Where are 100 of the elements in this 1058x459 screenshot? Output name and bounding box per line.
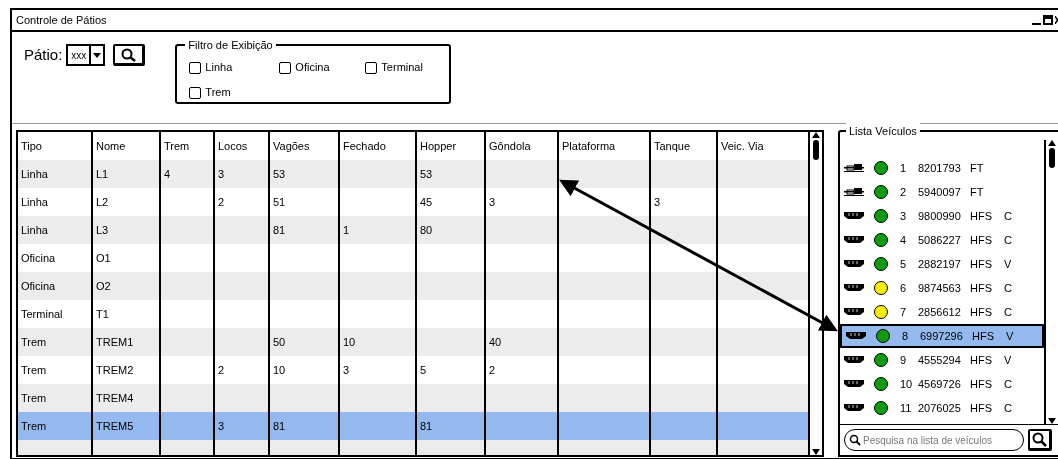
table-cell: TREM1 (96, 335, 134, 348)
table-cell: 10 (343, 335, 356, 348)
vehicle-code: 2076025 (918, 400, 962, 416)
wagon-icon (844, 212, 864, 220)
vehicle-load: V (1004, 256, 1012, 272)
table-cell: L2 (96, 195, 109, 208)
wagon-icon (844, 308, 864, 316)
vehicle-type: HFS (970, 376, 993, 392)
table-cell: 3 (489, 195, 496, 208)
vehicle-code: 2882197 (918, 256, 962, 272)
vehicle-code: 5086227 (918, 232, 962, 248)
checkbox[interactable] (189, 86, 202, 99)
vehicle-code: 4569726 (918, 376, 962, 392)
vehicle-type: HFS (970, 400, 993, 416)
vehicle-row[interactable]: 5 2882197 HFS V (840, 252, 1044, 276)
search-icon (1031, 431, 1048, 448)
locomotive-icon (844, 187, 864, 197)
table-cell: Linha (21, 167, 48, 180)
vehicle-type: HFS (970, 232, 993, 248)
table-cell: 40 (489, 335, 502, 348)
table-cell: TREM5 (96, 419, 134, 432)
vehicle-load: C (1004, 280, 1012, 296)
vehicle-load: C (1004, 376, 1012, 392)
vehicle-code: 8201793 (918, 160, 962, 176)
table-cell: Trem (21, 391, 47, 404)
vehicle-row[interactable]: 6 9874563 HFS C (840, 276, 1044, 300)
column-header: Tipo (18, 132, 92, 160)
vehicle-load: C (1004, 232, 1012, 248)
table-cell: 53 (273, 167, 286, 180)
vehicle-type: HFS (970, 280, 993, 296)
vehicle-code: 5940097 (918, 184, 962, 200)
scrollbar[interactable] (808, 132, 822, 455)
scroll-down-icon[interactable] (812, 449, 820, 455)
table-cell: 2 (218, 195, 225, 208)
vehicle-row[interactable]: 2 5940097 FT (840, 180, 1044, 204)
vehicle-row[interactable]: 11 2076025 HFS C (840, 396, 1044, 420)
wagon-icon (844, 260, 864, 268)
vehicle-type: FT (970, 184, 985, 200)
scroll-up-icon[interactable] (812, 132, 820, 138)
table-cell: TREM2 (96, 363, 134, 376)
vehicle-code: 9800990 (918, 208, 962, 224)
table-cell: Trem (21, 419, 47, 432)
search-button[interactable] (1028, 429, 1052, 451)
table-cell: 3 (654, 195, 661, 208)
table-cell: 45 (420, 195, 433, 208)
scrollbar[interactable] (1044, 140, 1058, 424)
vehicle-row[interactable]: 10 4569726 HFS C (840, 372, 1044, 396)
wagon-icon (844, 284, 864, 292)
table-cell: 3 (343, 363, 350, 376)
vehicle-load: C (1004, 400, 1012, 416)
vehicle-number: 9 (900, 352, 908, 368)
table-cell: Terminal (21, 307, 63, 320)
vehicle-type: HFS (970, 352, 993, 368)
checkbox[interactable] (365, 61, 378, 74)
search-button[interactable] (113, 44, 146, 67)
vehicle-load: C (1004, 304, 1012, 320)
checkbox[interactable] (189, 61, 202, 74)
vehicle-number: 7 (900, 304, 908, 320)
vehicle-row[interactable]: 9 4555294 HFS V (840, 348, 1044, 372)
wagon-icon (846, 332, 866, 340)
vehicle-code: 4555294 (918, 352, 962, 368)
table-cell: 3 (218, 167, 225, 180)
vehicle-number: 8 (902, 328, 910, 344)
table-cell: Trem (21, 363, 47, 376)
table-cell: Linha (21, 223, 48, 236)
wagon-icon (844, 236, 864, 244)
table-cell: O2 (96, 279, 111, 292)
table-cell: 1 (343, 223, 350, 236)
table-cell: 81 (273, 223, 286, 236)
vehicle-type: HFS (970, 208, 993, 224)
vehicle-row[interactable]: 1 8201793 FT (840, 156, 1044, 180)
table-cell: L3 (96, 223, 109, 236)
vehicle-row[interactable]: 4 5086227 HFS C (840, 228, 1044, 252)
checkbox-label: Trem (205, 85, 231, 101)
scroll-up-icon[interactable] (1048, 140, 1056, 146)
vehicle-row[interactable]: 8 6997296 HFS V (840, 324, 1044, 348)
table-cell: 81 (420, 419, 433, 432)
vehicle-row[interactable]: 3 9800990 HFS C (840, 204, 1044, 228)
vehicle-row[interactable]: 7 2856612 HFS C (840, 300, 1044, 324)
table-cell: 50 (273, 335, 286, 348)
checkbox-label: Linha (205, 60, 233, 76)
caret-icon (93, 52, 102, 58)
vehicle-number: 6 (900, 280, 908, 296)
search-field[interactable]: Pesquisa na lista de veículos (844, 429, 1024, 451)
yard-label: Pátio: (24, 45, 63, 65)
scroll-down-icon[interactable] (1048, 418, 1056, 424)
table-cell: Linha (21, 195, 48, 208)
wagon-icon (844, 356, 864, 364)
maximize-icon[interactable] (1043, 15, 1053, 25)
checkbox[interactable] (279, 61, 292, 74)
vehicle-type: HFS (970, 304, 993, 320)
yard-dropdown[interactable]: xxx (66, 44, 106, 67)
search-icon (849, 434, 861, 446)
table-cell: O1 (96, 251, 111, 264)
scroll-thumb[interactable] (813, 140, 819, 160)
scroll-thumb[interactable] (1049, 148, 1055, 168)
vehicle-code: 9874563 (918, 280, 962, 296)
table-cell: Oficina (21, 279, 56, 292)
table-cell: 81 (273, 419, 286, 432)
vehicle-number: 2 (900, 184, 908, 200)
